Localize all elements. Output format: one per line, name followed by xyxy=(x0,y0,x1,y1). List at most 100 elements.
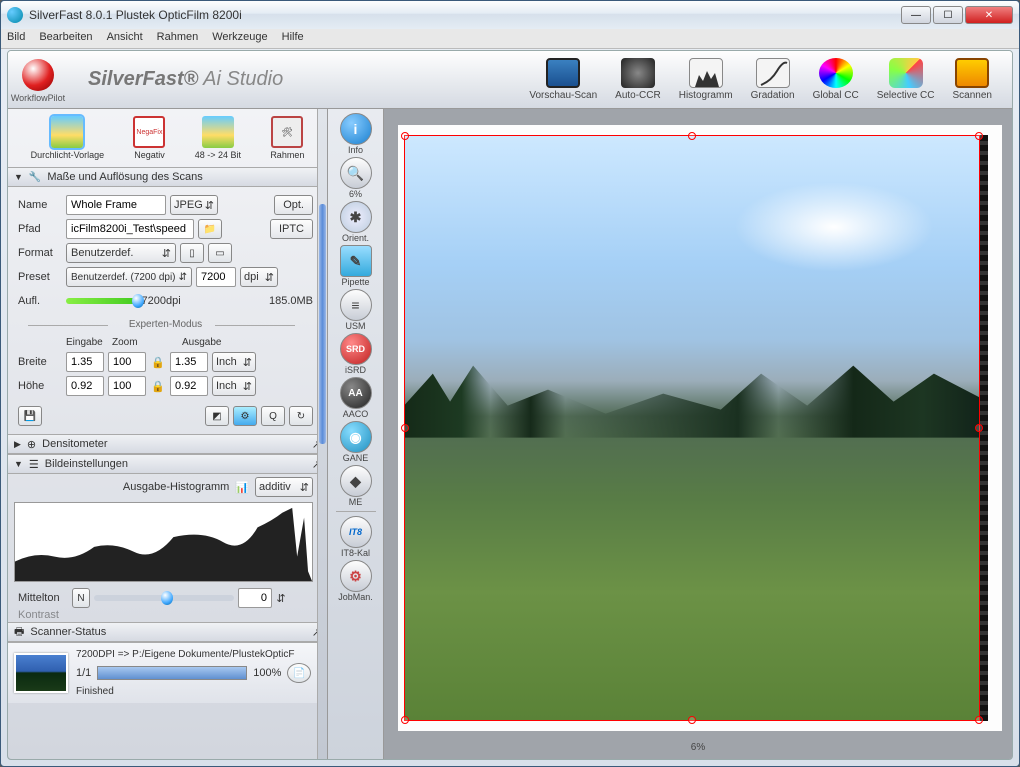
histogram-button[interactable]: Histogramm xyxy=(679,58,733,101)
scan-icon xyxy=(955,58,989,88)
handle-rc[interactable] xyxy=(975,424,983,432)
handle-lc[interactable] xyxy=(401,424,409,432)
opt-button[interactable]: Opt. xyxy=(274,195,313,215)
status-box: 7200DPI => P:/Eigene Dokumente/PlustekOp… xyxy=(8,642,318,703)
orientation-portrait[interactable]: ▯ xyxy=(180,243,204,263)
minimize-button[interactable]: — xyxy=(901,6,931,24)
auto-ccr-icon xyxy=(621,58,655,88)
mode-bitdepth[interactable]: 48 -> 24 Bit xyxy=(195,116,241,160)
vtool-pipette[interactable]: ✎Pipette xyxy=(340,245,372,287)
vertical-toolbar: iInfo 🔍6% ✱Orient. ✎Pipette ≡USM SRDiSRD… xyxy=(328,109,384,759)
name-input[interactable] xyxy=(66,195,166,215)
vtool-aaco[interactable]: AAAACO xyxy=(340,377,372,419)
hist-icon: 📊 xyxy=(235,481,249,494)
hist-mode-select[interactable]: additiv⇵ xyxy=(255,477,313,497)
vtool-gane[interactable]: ◉GANE xyxy=(340,421,372,463)
tool-1[interactable]: ◩ xyxy=(205,406,229,426)
progress-bar xyxy=(97,666,247,680)
menu-hilfe[interactable]: Hilfe xyxy=(282,31,304,46)
handle-tc[interactable] xyxy=(688,132,696,140)
global-cc-icon xyxy=(819,58,853,88)
menu-ansicht[interactable]: Ansicht xyxy=(107,31,143,46)
preview-area: 6% xyxy=(384,109,1012,759)
selection-frame[interactable] xyxy=(404,135,980,721)
tool-gear[interactable]: ⚙ xyxy=(233,406,257,426)
handle-br[interactable] xyxy=(975,716,983,724)
frame-icon: 🛠 xyxy=(271,116,303,148)
handle-tr[interactable] xyxy=(975,132,983,140)
section-scanner-status[interactable]: 🖶Scanner-Status↗ xyxy=(8,622,327,642)
format-select[interactable]: Benutzerdef.⇵ xyxy=(66,243,176,263)
width-in[interactable] xyxy=(66,352,104,372)
mode-negative[interactable]: NegaFixNegativ xyxy=(133,116,165,160)
unit-w[interactable]: Inch⇵ xyxy=(212,352,256,372)
prescan-button[interactable]: Vorschau-Scan xyxy=(529,58,597,101)
section-densitometer[interactable]: ▶⊕Densitometer↗ xyxy=(8,434,327,454)
midtone-value[interactable] xyxy=(238,588,272,608)
resolution-slider[interactable] xyxy=(66,298,137,304)
vtool-orient[interactable]: ✱Orient. xyxy=(340,201,372,243)
vtool-zoom[interactable]: 🔍6% xyxy=(340,157,372,199)
vtool-isrd[interactable]: SRDiSRD xyxy=(340,333,372,375)
status-detail-button[interactable]: 📄 xyxy=(287,663,311,683)
menu-bild[interactable]: Bild xyxy=(7,31,25,46)
unit-h[interactable]: Inch⇵ xyxy=(212,376,256,396)
scan-canvas[interactable] xyxy=(398,125,1002,731)
prescan-icon xyxy=(546,58,580,88)
menu-bearbeiten[interactable]: Bearbeiten xyxy=(39,31,92,46)
vtool-me[interactable]: ◆ME xyxy=(340,465,372,507)
close-button[interactable]: ✕ xyxy=(965,6,1013,24)
menu-werkzeuge[interactable]: Werkzeuge xyxy=(212,31,267,46)
handle-bl[interactable] xyxy=(401,716,409,724)
preset-select[interactable]: Benutzerdef. (7200 dpi)⇵ xyxy=(66,267,192,287)
save-button[interactable]: 💾 xyxy=(18,406,42,426)
vtool-it8[interactable]: IT8IT8-Kal xyxy=(340,516,372,558)
histogram-display xyxy=(14,502,313,582)
vtool-jobman[interactable]: ⚙JobMan. xyxy=(338,560,373,602)
handle-tl[interactable] xyxy=(401,132,409,140)
maximize-button[interactable]: ☐ xyxy=(933,6,963,24)
mid-n-button[interactable]: N xyxy=(72,588,90,608)
height-out[interactable] xyxy=(170,376,208,396)
bitdepth-icon xyxy=(202,116,234,148)
app-icon xyxy=(7,7,23,23)
vtool-usm[interactable]: ≡USM xyxy=(340,289,372,331)
negafix-icon: NegaFix xyxy=(133,116,165,148)
left-panel: Durchlicht-Vorlage NegaFixNegativ 48 -> … xyxy=(8,109,328,759)
auto-ccr-button[interactable]: Auto-CCR xyxy=(615,58,661,101)
tool-quicktime[interactable]: Q xyxy=(261,406,285,426)
lock-icon[interactable]: 🔒 xyxy=(150,356,166,369)
filetype-select[interactable]: JPEG ⇵ xyxy=(170,195,218,215)
mode-frame[interactable]: 🛠Rahmen xyxy=(270,116,304,160)
width-out[interactable] xyxy=(170,352,208,372)
path-input[interactable] xyxy=(66,219,194,239)
panel-popout-icon[interactable]: ↗ xyxy=(312,458,321,471)
top-toolbar: WorkflowPilot SilverFast® Ai Studio Vors… xyxy=(8,51,1012,109)
section-scan-dimensions[interactable]: ▼🔧Maße und Auflösung des Scans xyxy=(8,167,327,187)
orientation-landscape[interactable]: ▭ xyxy=(208,243,232,263)
iptc-button[interactable]: IPTC xyxy=(270,219,313,239)
titlebar: SilverFast 8.0.1 Plustek OpticFilm 8200i… xyxy=(1,1,1019,29)
height-zoom[interactable] xyxy=(108,376,146,396)
scrollbar-thumb[interactable] xyxy=(319,204,326,444)
handle-bc[interactable] xyxy=(688,716,696,724)
global-cc-button[interactable]: Global CC xyxy=(813,58,859,101)
browse-button[interactable]: 📁 xyxy=(198,219,222,239)
dpi-unit[interactable]: dpi⇵ xyxy=(240,267,278,287)
menu-rahmen[interactable]: Rahmen xyxy=(157,31,199,46)
dpi-input[interactable] xyxy=(196,267,236,287)
section-image-settings[interactable]: ▼☰Bildeinstellungen↗ xyxy=(8,454,327,474)
lock-icon-2[interactable]: 🔒 xyxy=(150,380,166,393)
tool-refresh[interactable]: ↻ xyxy=(289,406,313,426)
height-in[interactable] xyxy=(66,376,104,396)
workflow-icon xyxy=(22,59,54,91)
vtool-info[interactable]: iInfo xyxy=(340,113,372,155)
selective-cc-button[interactable]: Selective CC xyxy=(877,58,935,101)
workflow-pilot-button[interactable]: WorkflowPilot xyxy=(8,57,68,103)
scan-button[interactable]: Scannen xyxy=(953,58,992,101)
midtone-slider[interactable] xyxy=(94,595,234,601)
mode-transparency[interactable]: Durchlicht-Vorlage xyxy=(31,116,105,160)
gradation-button[interactable]: Gradation xyxy=(751,58,795,101)
width-zoom[interactable] xyxy=(108,352,146,372)
panel-popout-icon[interactable]: ↗ xyxy=(312,626,321,639)
